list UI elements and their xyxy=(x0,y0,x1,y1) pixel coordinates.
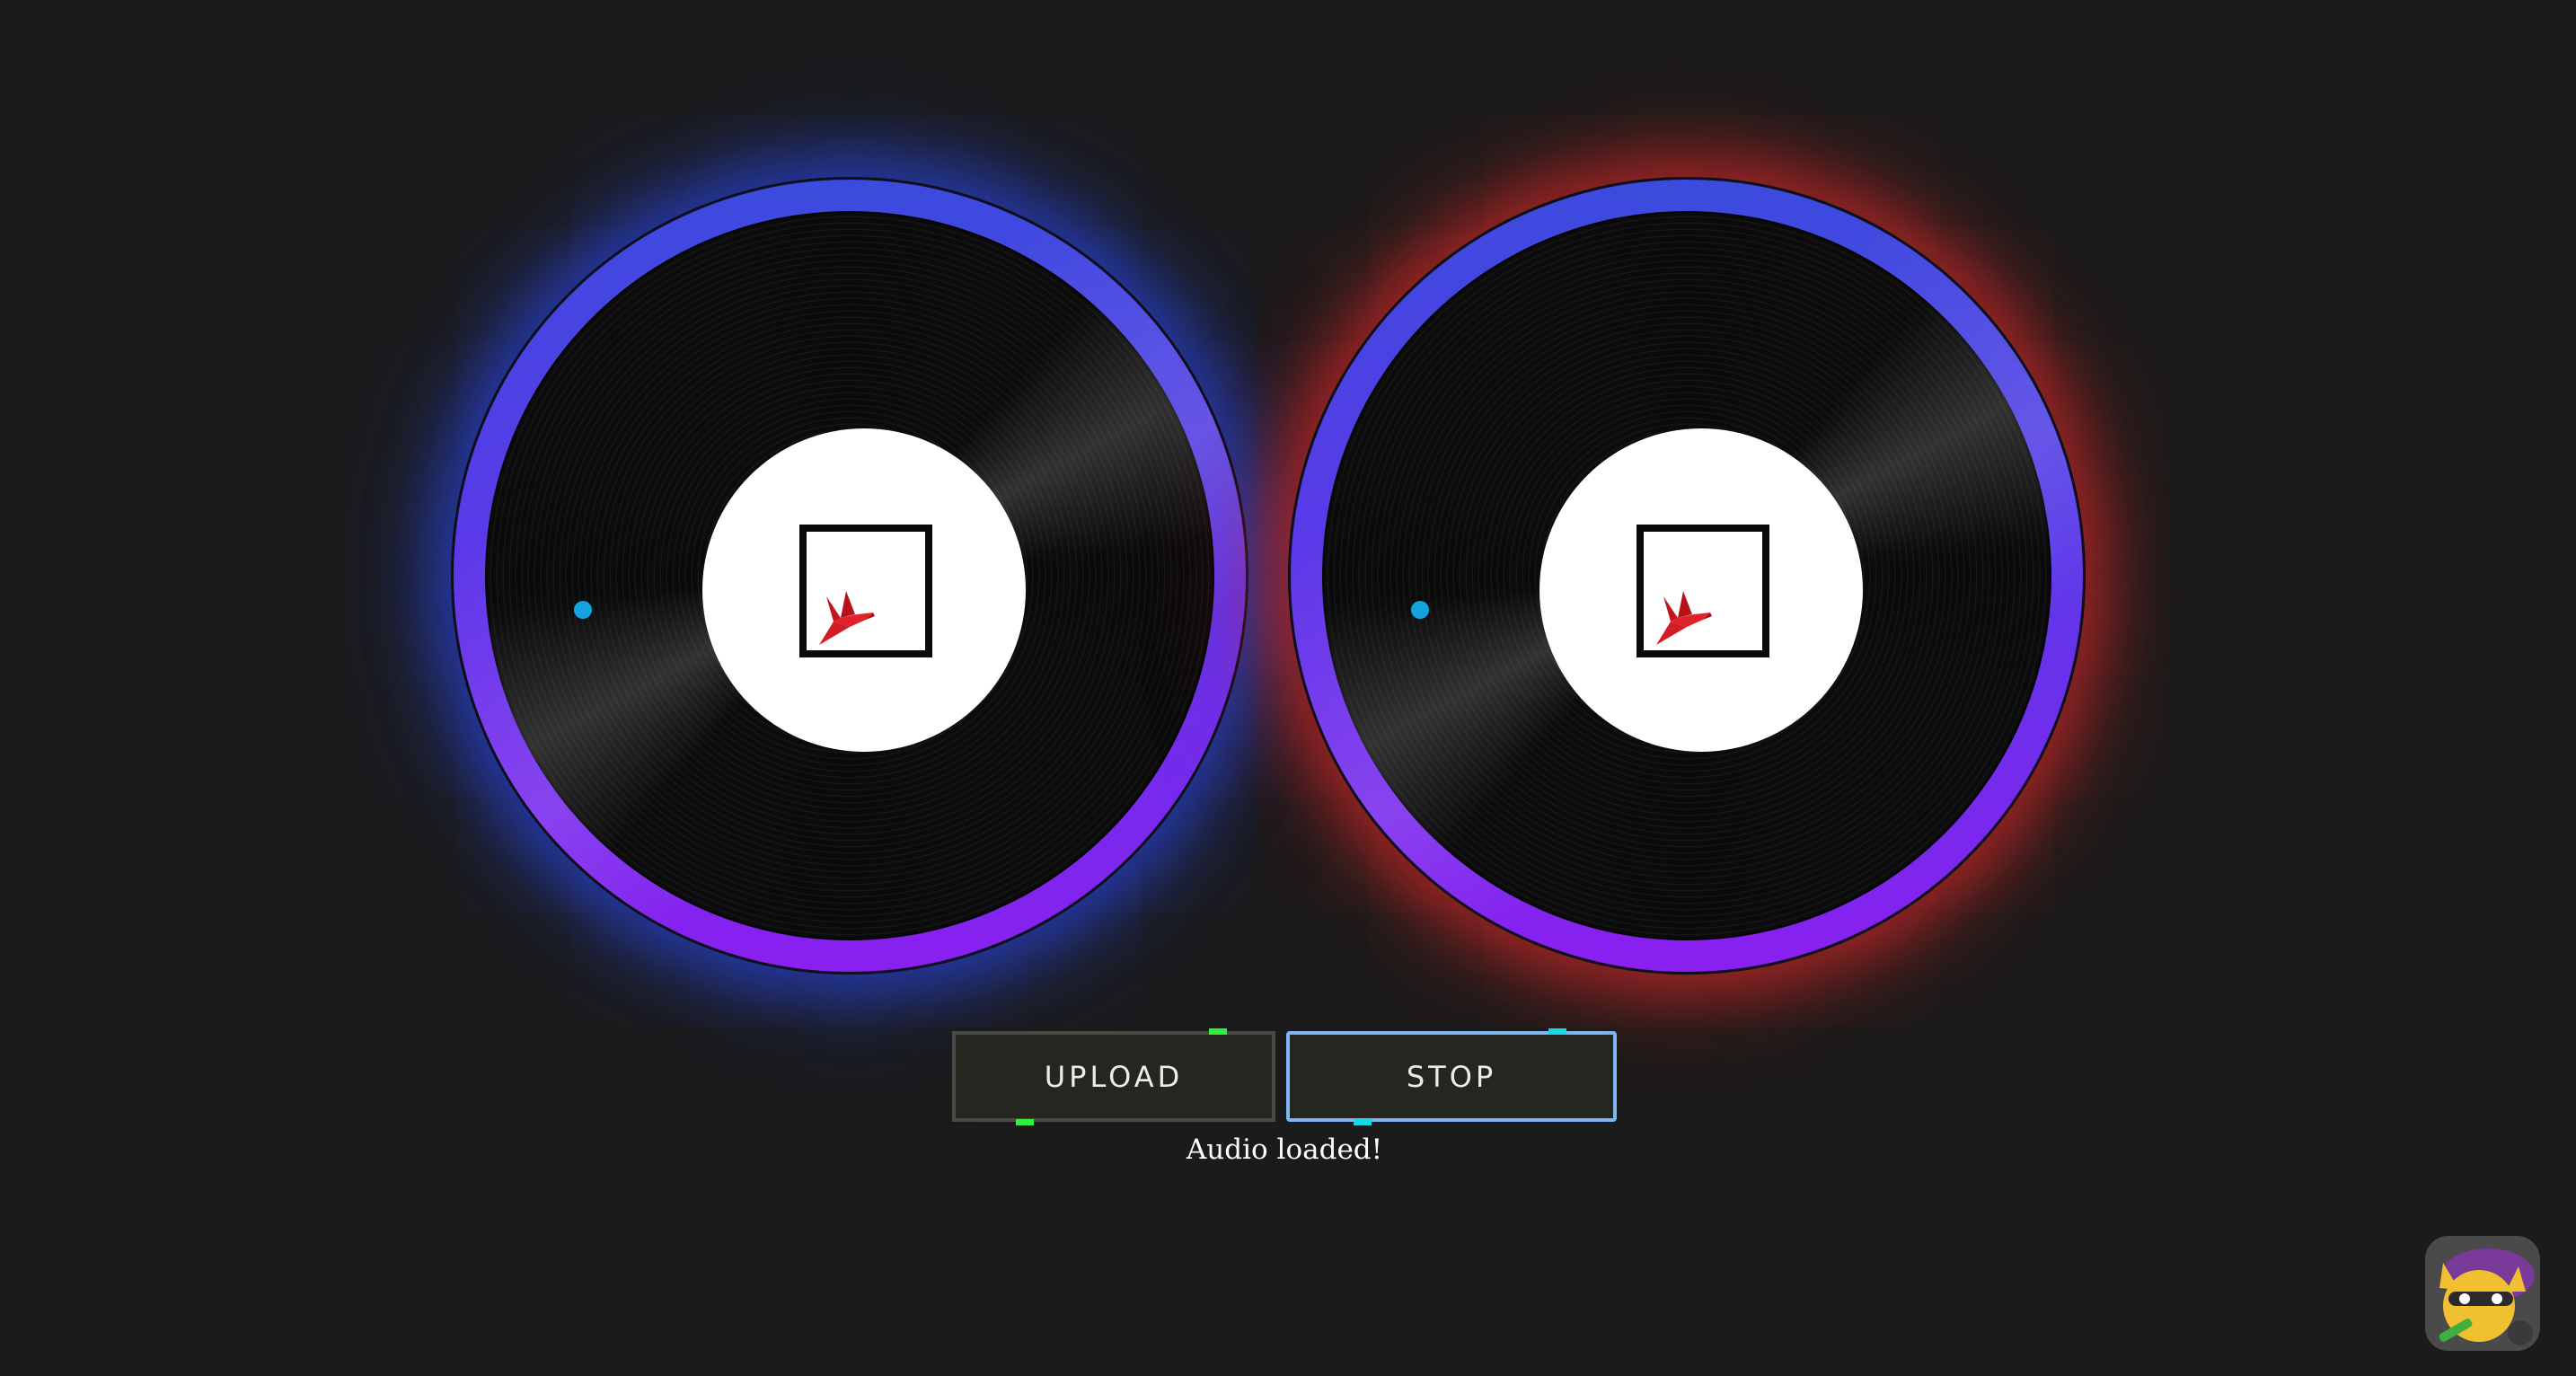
upload-top-indicator xyxy=(1209,1028,1227,1035)
upload-button-label: UPLOAD xyxy=(1044,1059,1184,1094)
upload-bottom-indicator xyxy=(1016,1119,1034,1125)
left-position-marker xyxy=(574,601,592,619)
left-label-frame xyxy=(799,525,932,657)
status-message: Audio loaded! xyxy=(1186,1133,1383,1166)
right-position-marker xyxy=(1411,601,1429,619)
bird-logo-icon xyxy=(1656,591,1712,645)
right-record-label xyxy=(1539,428,1863,752)
stop-top-indicator xyxy=(1548,1028,1566,1035)
avatar-icon xyxy=(2425,1236,2540,1351)
left-record-label xyxy=(702,428,1026,752)
avatar[interactable] xyxy=(2425,1236,2540,1351)
upload-button[interactable]: UPLOAD xyxy=(952,1031,1275,1122)
dj-app: UPLOAD STOP Audio loaded! xyxy=(0,0,2576,1376)
stop-button-label: STOP xyxy=(1406,1059,1497,1094)
bird-logo-icon xyxy=(819,591,875,645)
left-vinyl-record[interactable] xyxy=(485,211,1214,940)
right-vinyl-record[interactable] xyxy=(1322,211,2051,940)
right-label-frame xyxy=(1636,525,1769,657)
stop-button[interactable]: STOP xyxy=(1286,1031,1617,1122)
left-turntable[interactable] xyxy=(451,177,1248,975)
right-turntable[interactable] xyxy=(1288,177,2086,975)
stop-bottom-indicator xyxy=(1354,1119,1372,1125)
